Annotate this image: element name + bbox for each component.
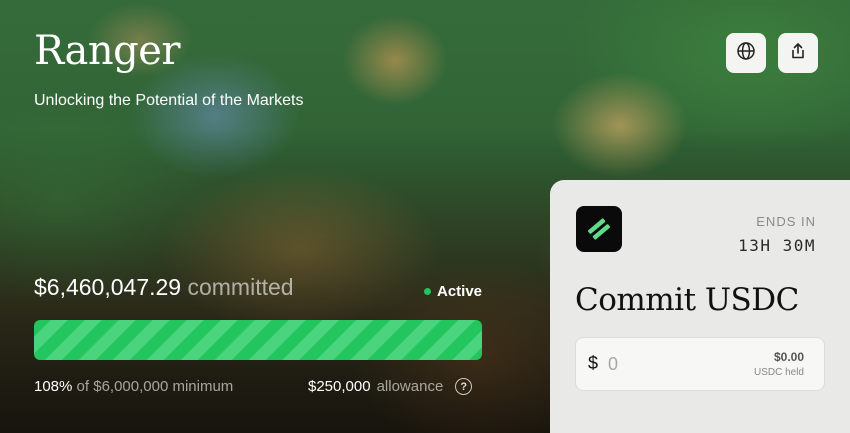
website-button[interactable] <box>726 33 766 73</box>
progress-bar <box>34 320 482 360</box>
committed-amount: $6,460,047.29 <box>34 274 182 300</box>
commit-title: Commit USDC <box>575 282 799 318</box>
status-badge: Active <box>424 283 482 300</box>
usdc-held-label: USDC held <box>753 367 804 378</box>
help-icon[interactable]: ? <box>455 378 473 395</box>
status-dot-icon <box>424 288 431 295</box>
countdown-timer: 13H 30M <box>738 236 816 255</box>
percent-of-minimum: 108% <box>34 378 73 395</box>
amount-input[interactable] <box>608 350 728 378</box>
committed-total: $6,460,047.29 committed <box>34 274 294 301</box>
allowance-amount: $250,000 <box>308 378 371 395</box>
globe-icon <box>736 41 756 66</box>
ends-in-label: ENDS IN <box>756 214 816 229</box>
status-label: Active <box>437 283 483 300</box>
project-logo <box>576 206 622 252</box>
allowance-info: $250,000 allowance ? <box>308 378 473 395</box>
share-button[interactable] <box>778 33 818 73</box>
share-icon <box>788 41 808 66</box>
project-title: Ranger <box>34 28 181 74</box>
usdc-held-value: $0.00 <box>773 350 804 364</box>
minimum-progress: 108% of $6,000,000 minimum <box>34 378 233 395</box>
amount-field[interactable]: $ $0.00 USDC held <box>575 337 825 391</box>
currency-symbol: $ <box>588 353 599 373</box>
progress-bar-fill <box>34 320 482 360</box>
committed-label: committed <box>187 274 294 300</box>
minimum-text: of $6,000,000 minimum <box>76 378 234 395</box>
project-subtitle: Unlocking the Potential of the Markets <box>34 92 304 109</box>
allowance-label: allowance <box>376 378 444 395</box>
commit-panel: ENDS IN 13H 30M Commit USDC $ $0.00 USDC… <box>550 180 850 433</box>
